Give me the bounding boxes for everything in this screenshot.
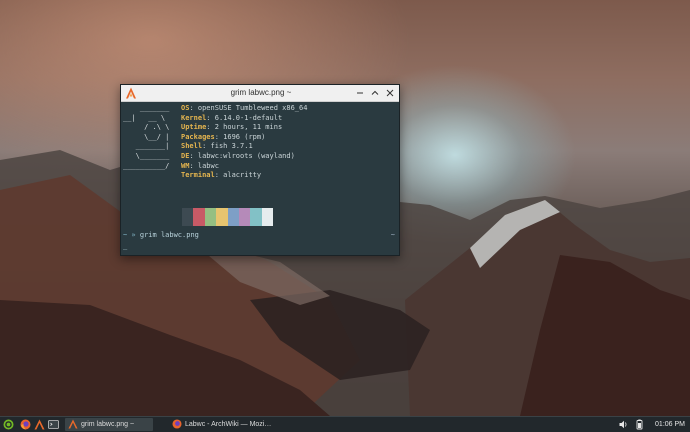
info-row-wm: WM: labwc [181,161,219,170]
battery-icon[interactable] [634,419,645,430]
color-palette [182,208,274,226]
terminal-window[interactable]: grim labwc.png ~ _______ __| __ \ / .\ \… [120,84,400,256]
prompt-line[interactable]: ~ » grim labwc.png ~ [123,230,397,240]
firefox-task-icon [172,419,182,429]
prompt-symbol: ~ » [123,231,136,239]
alacritty-task-icon [68,419,78,429]
palette-swatch-2 [204,208,217,226]
terminal-cursor: _ [123,242,128,250]
alacritty-launcher-icon[interactable] [34,419,45,430]
task-firefox[interactable]: Labwc - ArchWiki — Mozi… [170,418,290,431]
close-icon[interactable] [385,88,395,98]
palette-swatch-5 [238,208,251,226]
palette-swatch-1 [193,208,205,226]
maximize-icon[interactable] [370,88,380,98]
taskbar: grim labwc.png ~ Labwc - ArchWiki — Mozi… [0,416,690,432]
window-title: grim labwc.png ~ [230,88,292,97]
alacritty-icon [126,87,136,99]
palette-swatch-3 [216,208,228,226]
firefox-icon[interactable] [20,419,31,430]
info-row-terminal: Terminal: alacritty [181,171,262,180]
info-row-packages: Packages: 1696 (rpm) [181,132,266,141]
terminal-content[interactable]: _______ __| __ \ / .\ \ \__/ | _______| … [121,102,399,255]
task-terminal-label: grim labwc.png ~ [81,421,135,428]
info-row-os: OS: openSUSE Tumbleweed x86_64 [181,104,308,112]
info-row-kernel: Kernel: 6.14.0-1-default [181,113,283,122]
task-firefox-label: Labwc - ArchWiki — Mozi… [185,421,272,428]
volume-icon[interactable] [618,419,629,430]
palette-swatch-6 [250,208,262,226]
window-titlebar[interactable]: grim labwc.png ~ [121,85,399,102]
info-row-shell: Shell: fish 3.7.1 [181,142,253,151]
info-row-de: DE: labwc:wlroots (wayland) [181,151,295,160]
system-info: OS: openSUSE Tumbleweed x86_64 Kernel: 6… [181,104,307,181]
palette-swatch-0 [182,208,194,226]
clock[interactable]: 01:06 PM [655,418,685,431]
terminal-launcher-icon[interactable] [48,419,59,430]
minimize-icon[interactable] [355,88,365,98]
opensuse-menu-icon[interactable] [3,419,14,430]
palette-swatch-4 [227,208,239,226]
distro-ascii-logo: _______ __| __ \ / .\ \ \__/ | _______| … [123,104,170,170]
task-terminal[interactable]: grim labwc.png ~ [65,418,153,431]
prompt-right-cwd: ~ [390,231,395,239]
info-row-uptime: Uptime: 2 hours, 11 mins [181,123,283,132]
palette-swatch-7 [261,208,274,226]
prompt-command: grim labwc.png [139,231,199,239]
